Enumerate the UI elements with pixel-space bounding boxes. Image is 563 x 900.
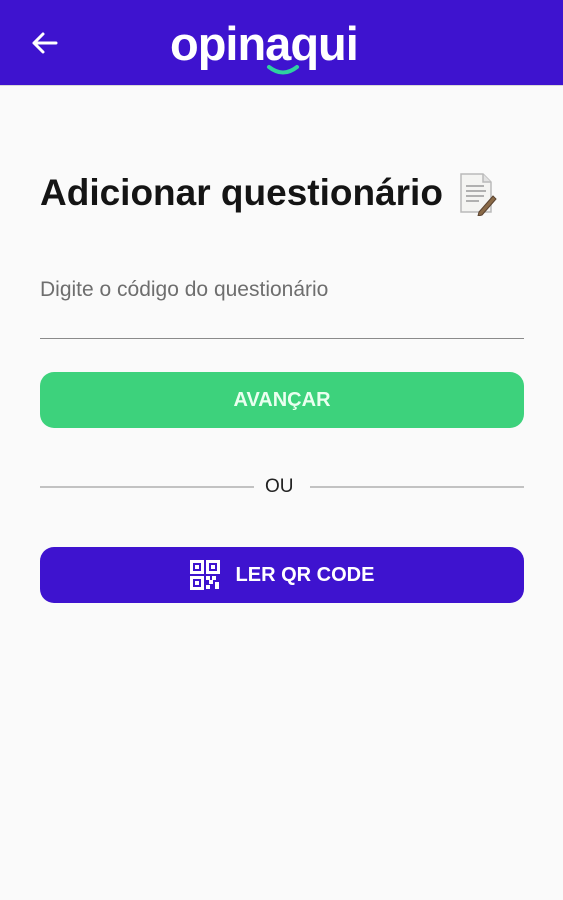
next-button-label: AVANÇAR (233, 388, 331, 411)
divider-text: OU (265, 476, 294, 497)
logo-text: opinaqui (170, 16, 359, 70)
code-field (40, 270, 524, 339)
qr-code-icon (189, 560, 220, 590)
app-bar: opinaqui (0, 0, 563, 86)
arrow-left-icon (32, 32, 58, 54)
logo-smile-icon (267, 65, 299, 75)
code-input[interactable] (40, 270, 524, 302)
back-button[interactable] (28, 28, 60, 58)
divider-line-left (40, 486, 254, 488)
scan-qr-button-label: LER QR CODE (235, 563, 375, 586)
page-title: Adicionar questionário (40, 170, 497, 216)
next-button[interactable]: AVANÇAR (40, 372, 524, 428)
scan-qr-button[interactable]: LER QR CODE (40, 547, 524, 603)
divider-line-right (310, 486, 524, 488)
page-title-text: Adicionar questionário (40, 172, 443, 213)
app-logo: opinaqui (170, 8, 359, 78)
document-with-pen-icon (460, 173, 497, 216)
